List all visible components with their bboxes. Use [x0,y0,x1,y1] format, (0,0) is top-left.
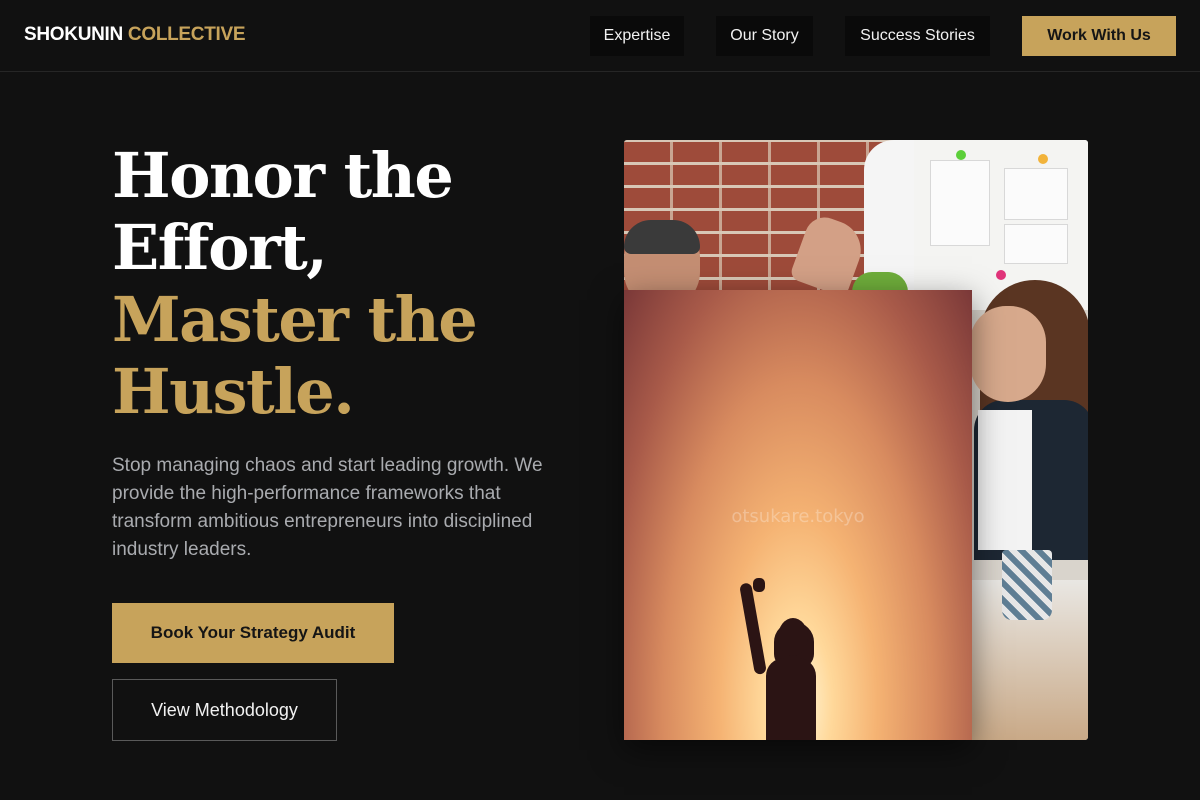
hero-subtitle: Stop managing chaos and start leading gr… [112,455,543,560]
nav-link-our-story[interactable]: Our Story [716,16,813,56]
coffee-mug [1002,550,1052,620]
view-methodology-button[interactable]: View Methodology [112,679,337,741]
hero-title-line-2: Effort, [112,211,328,284]
book-strategy-audit-button[interactable]: Book Your Strategy Audit [112,603,394,663]
hero-title-line-4: Hustle. [112,355,355,428]
brand-name: SHOKUNIN [24,24,123,45]
nav-link-expertise[interactable]: Expertise [590,16,684,56]
hero-title-line-1: Honor the [112,139,454,212]
top-navigation-bar: SHOKUNIN COLLECTIVE Expertise Our Story … [0,0,1200,72]
brand-logo[interactable]: SHOKUNIN COLLECTIVE [24,24,246,46]
brand-accent: COLLECTIVE [127,24,246,45]
sunset-silhouette-photo: otsukare.tokyo [624,290,972,740]
raised-fist-silhouette [739,578,830,740]
man-high-five [624,220,704,310]
nav-link-success-stories[interactable]: Success Stories [845,16,990,56]
hero-title-line-3: Master the [112,283,478,356]
hero-title: Honor the Effort, Master the Hustle. [112,140,592,428]
image-watermark: otsukare.tokyo [731,506,865,527]
work-with-us-button[interactable]: Work With Us [1022,16,1176,56]
